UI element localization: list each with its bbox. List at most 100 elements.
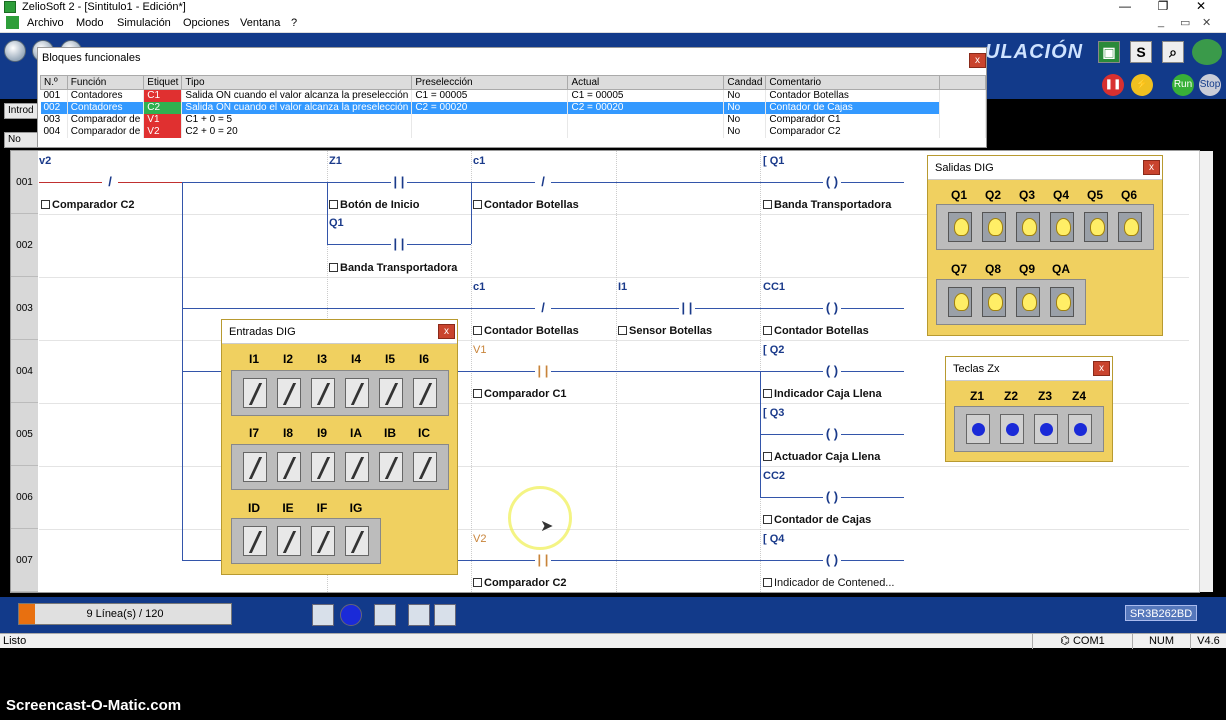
normally-open-contact[interactable]: | | <box>391 237 407 251</box>
panel-title: Bloques funcionales <box>42 52 141 64</box>
coil[interactable]: ( ) <box>823 364 841 378</box>
contact-label: Z1 <box>329 155 342 167</box>
close-icon[interactable]: x <box>1143 160 1160 175</box>
key-button[interactable] <box>966 414 990 444</box>
mdi-close-button[interactable]: ✕ <box>1202 16 1211 29</box>
menu-simulacion[interactable]: Simulación <box>117 16 171 31</box>
column-header[interactable]: N.º <box>40 75 68 90</box>
vertical-scrollbar[interactable] <box>1199 151 1213 592</box>
coil-label: CC2 <box>763 470 786 482</box>
table-row[interactable]: 003 Comparador de V1 C1 + 0 = 5 No Compa… <box>40 113 986 126</box>
normally-open-contact[interactable]: | | <box>535 364 551 378</box>
normally-closed-contact[interactable]: / <box>535 175 551 189</box>
switch-icon[interactable] <box>379 452 403 482</box>
coil-label: [ Q2 <box>763 344 785 356</box>
menu-ventana[interactable]: Ventana <box>240 16 280 31</box>
input-label: ID <box>248 501 260 515</box>
menu-archivo[interactable]: Archivo <box>27 16 64 31</box>
normally-closed-contact[interactable]: / <box>102 175 118 189</box>
column-header[interactable]: Tipo <box>181 75 413 90</box>
input-label: I1 <box>248 352 259 366</box>
key-panel-icon[interactable] <box>340 604 362 626</box>
normally-closed-contact[interactable]: / <box>535 301 551 315</box>
switch-panel-icon[interactable] <box>434 604 456 626</box>
key-button[interactable] <box>1068 414 1092 444</box>
switch-icon[interactable] <box>277 526 301 556</box>
column-header[interactable]: Preselección <box>411 75 569 90</box>
column-header[interactable]: Función <box>66 75 145 90</box>
close-button[interactable]: ✕ <box>1184 0 1218 14</box>
tab-introd[interactable]: Introd <box>4 103 38 119</box>
column-header[interactable]: Comentario <box>765 75 941 90</box>
status-bar: Listo ⌬ COM1 NUM V4.6 <box>0 633 1226 649</box>
switch-icon[interactable] <box>311 526 335 556</box>
menu-help[interactable]: ? <box>291 16 297 31</box>
input-label: I6 <box>418 352 429 366</box>
s-button[interactable]: S <box>1130 41 1152 63</box>
maximize-button[interactable]: ❐ <box>1146 0 1180 14</box>
column-header[interactable]: Etiquet <box>143 75 183 90</box>
io-icon[interactable] <box>312 604 334 626</box>
key-label: Z1 <box>969 389 984 403</box>
tab-no[interactable]: No <box>4 132 38 148</box>
close-icon[interactable]: x <box>1093 361 1110 376</box>
coil[interactable]: ( ) <box>823 175 841 189</box>
cell <box>567 125 725 138</box>
menu-opciones[interactable]: Opciones <box>183 16 229 31</box>
key-button[interactable] <box>1000 414 1024 444</box>
run-button[interactable]: Run <box>1172 74 1194 96</box>
switch-icon[interactable] <box>379 378 403 408</box>
switch-icon[interactable] <box>413 452 437 482</box>
binoculars-icon[interactable] <box>408 604 430 626</box>
table-row[interactable]: 004 Comparador de V2 C2 + 0 = 20 No Comp… <box>40 125 986 138</box>
pause-icon[interactable]: ❚❚ <box>1102 74 1124 96</box>
row-number: 006 <box>11 466 38 529</box>
switch-icon[interactable] <box>413 378 437 408</box>
switch-icon[interactable] <box>345 378 369 408</box>
coil[interactable]: ( ) <box>823 553 841 567</box>
switch-icon[interactable] <box>243 452 267 482</box>
output-label: QA <box>1052 262 1070 276</box>
coil[interactable]: ( ) <box>823 490 841 504</box>
mdi-minimize-button[interactable]: _ <box>1158 16 1164 28</box>
stop-button[interactable]: Stop <box>1199 74 1221 96</box>
search-icon[interactable]: ⌕ <box>1162 41 1184 63</box>
close-icon[interactable]: x <box>969 53 986 68</box>
normally-open-contact[interactable]: | | <box>679 301 695 315</box>
menu-modo[interactable]: Modo <box>76 16 104 31</box>
normally-open-contact[interactable]: | | <box>535 553 551 567</box>
lightning-icon[interactable]: ⚡ <box>1131 74 1153 96</box>
switch-icon[interactable] <box>277 452 301 482</box>
close-icon[interactable]: x <box>438 324 455 339</box>
new-file-icon[interactable] <box>4 40 26 62</box>
grid-line <box>39 340 1189 341</box>
switch-icon[interactable] <box>311 378 335 408</box>
switch-icon[interactable] <box>345 526 369 556</box>
lamp-icon <box>1050 212 1074 242</box>
lamp-panel-icon[interactable] <box>374 604 396 626</box>
monitor-icon[interactable]: ▣ <box>1098 41 1120 63</box>
column-header[interactable]: Candad <box>723 75 767 90</box>
mdi-restore-button[interactable]: ▭ <box>1180 16 1190 29</box>
coil-label: [ Q4 <box>763 533 785 545</box>
grid-line <box>39 529 1189 530</box>
input-label: IF <box>316 501 328 515</box>
digital-outputs-panel: Salidas DIG x Q1 Q2 Q3 Q4 Q5 Q6 Q7 Q8 Q9… <box>927 155 1163 336</box>
com-port: ⌬ COM1 <box>1032 634 1132 649</box>
normally-open-contact[interactable]: | | <box>391 175 407 189</box>
switch-icon[interactable] <box>243 378 267 408</box>
minimize-button[interactable]: — <box>1108 0 1142 14</box>
switch-icon[interactable] <box>243 526 267 556</box>
switch-icon[interactable] <box>277 378 301 408</box>
cell: C1 <box>143 89 183 102</box>
switch-icon[interactable] <box>345 452 369 482</box>
table-row[interactable]: 001 Contadores C1 Salida ON cuando el va… <box>40 89 986 102</box>
key-button[interactable] <box>1034 414 1058 444</box>
column-header[interactable]: Actual <box>567 75 725 90</box>
cell: 003 <box>40 113 68 126</box>
contact-label: V1 <box>473 344 487 356</box>
coil[interactable]: ( ) <box>823 301 841 315</box>
coil[interactable]: ( ) <box>823 427 841 441</box>
table-row[interactable]: 002 Contadores C2 Salida ON cuando el va… <box>40 101 986 114</box>
switch-icon[interactable] <box>311 452 335 482</box>
